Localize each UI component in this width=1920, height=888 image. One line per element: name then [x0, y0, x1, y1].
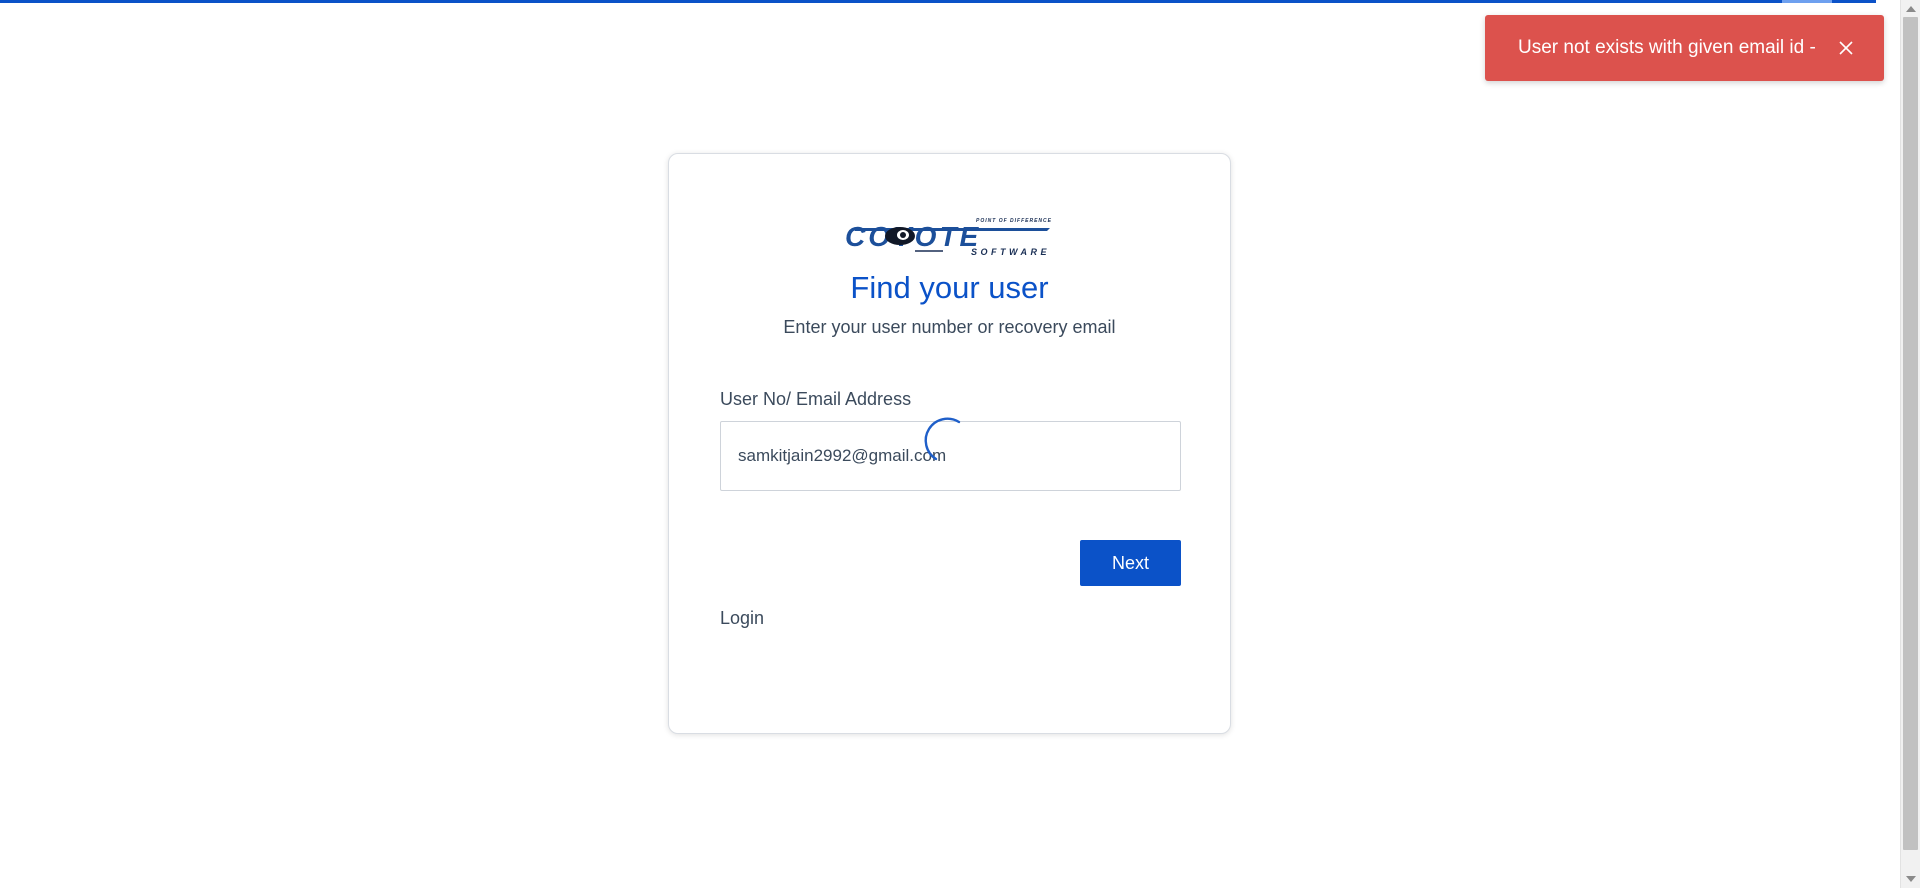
user-email-input[interactable]	[720, 421, 1181, 491]
error-toast: User not exists with given email id -	[1485, 15, 1884, 81]
next-button[interactable]: Next	[1080, 540, 1181, 586]
toast-message: User not exists with given email id -	[1518, 37, 1816, 58]
scrollbar[interactable]	[1900, 0, 1920, 888]
logo-tagline: POINT OF DIFFERENCE	[976, 218, 1052, 224]
scroll-thumb[interactable]	[1903, 17, 1918, 850]
login-link[interactable]: Login	[720, 608, 764, 629]
scroll-up-icon[interactable]	[1906, 6, 1916, 12]
user-field-label: User No/ Email Address	[720, 389, 912, 409]
logo-subtext: SOFTWARE	[971, 247, 1050, 256]
scroll-down-icon[interactable]	[1906, 876, 1916, 882]
close-icon[interactable]	[1838, 40, 1854, 56]
top-progress-bar	[0, 0, 1876, 3]
progress-peg	[1782, 0, 1832, 3]
page-subtitle: Enter your user number or recovery email	[783, 317, 1116, 337]
page-title: Find your user	[850, 270, 1049, 305]
page: User not exists with given email id - PO…	[0, 0, 1920, 888]
coyote-logo: POINT OF DIFFERENCE COYOTE SOFTWARE	[845, 218, 1052, 256]
find-user-card: POINT OF DIFFERENCE COYOTE SOFTWARE Find…	[668, 153, 1231, 734]
